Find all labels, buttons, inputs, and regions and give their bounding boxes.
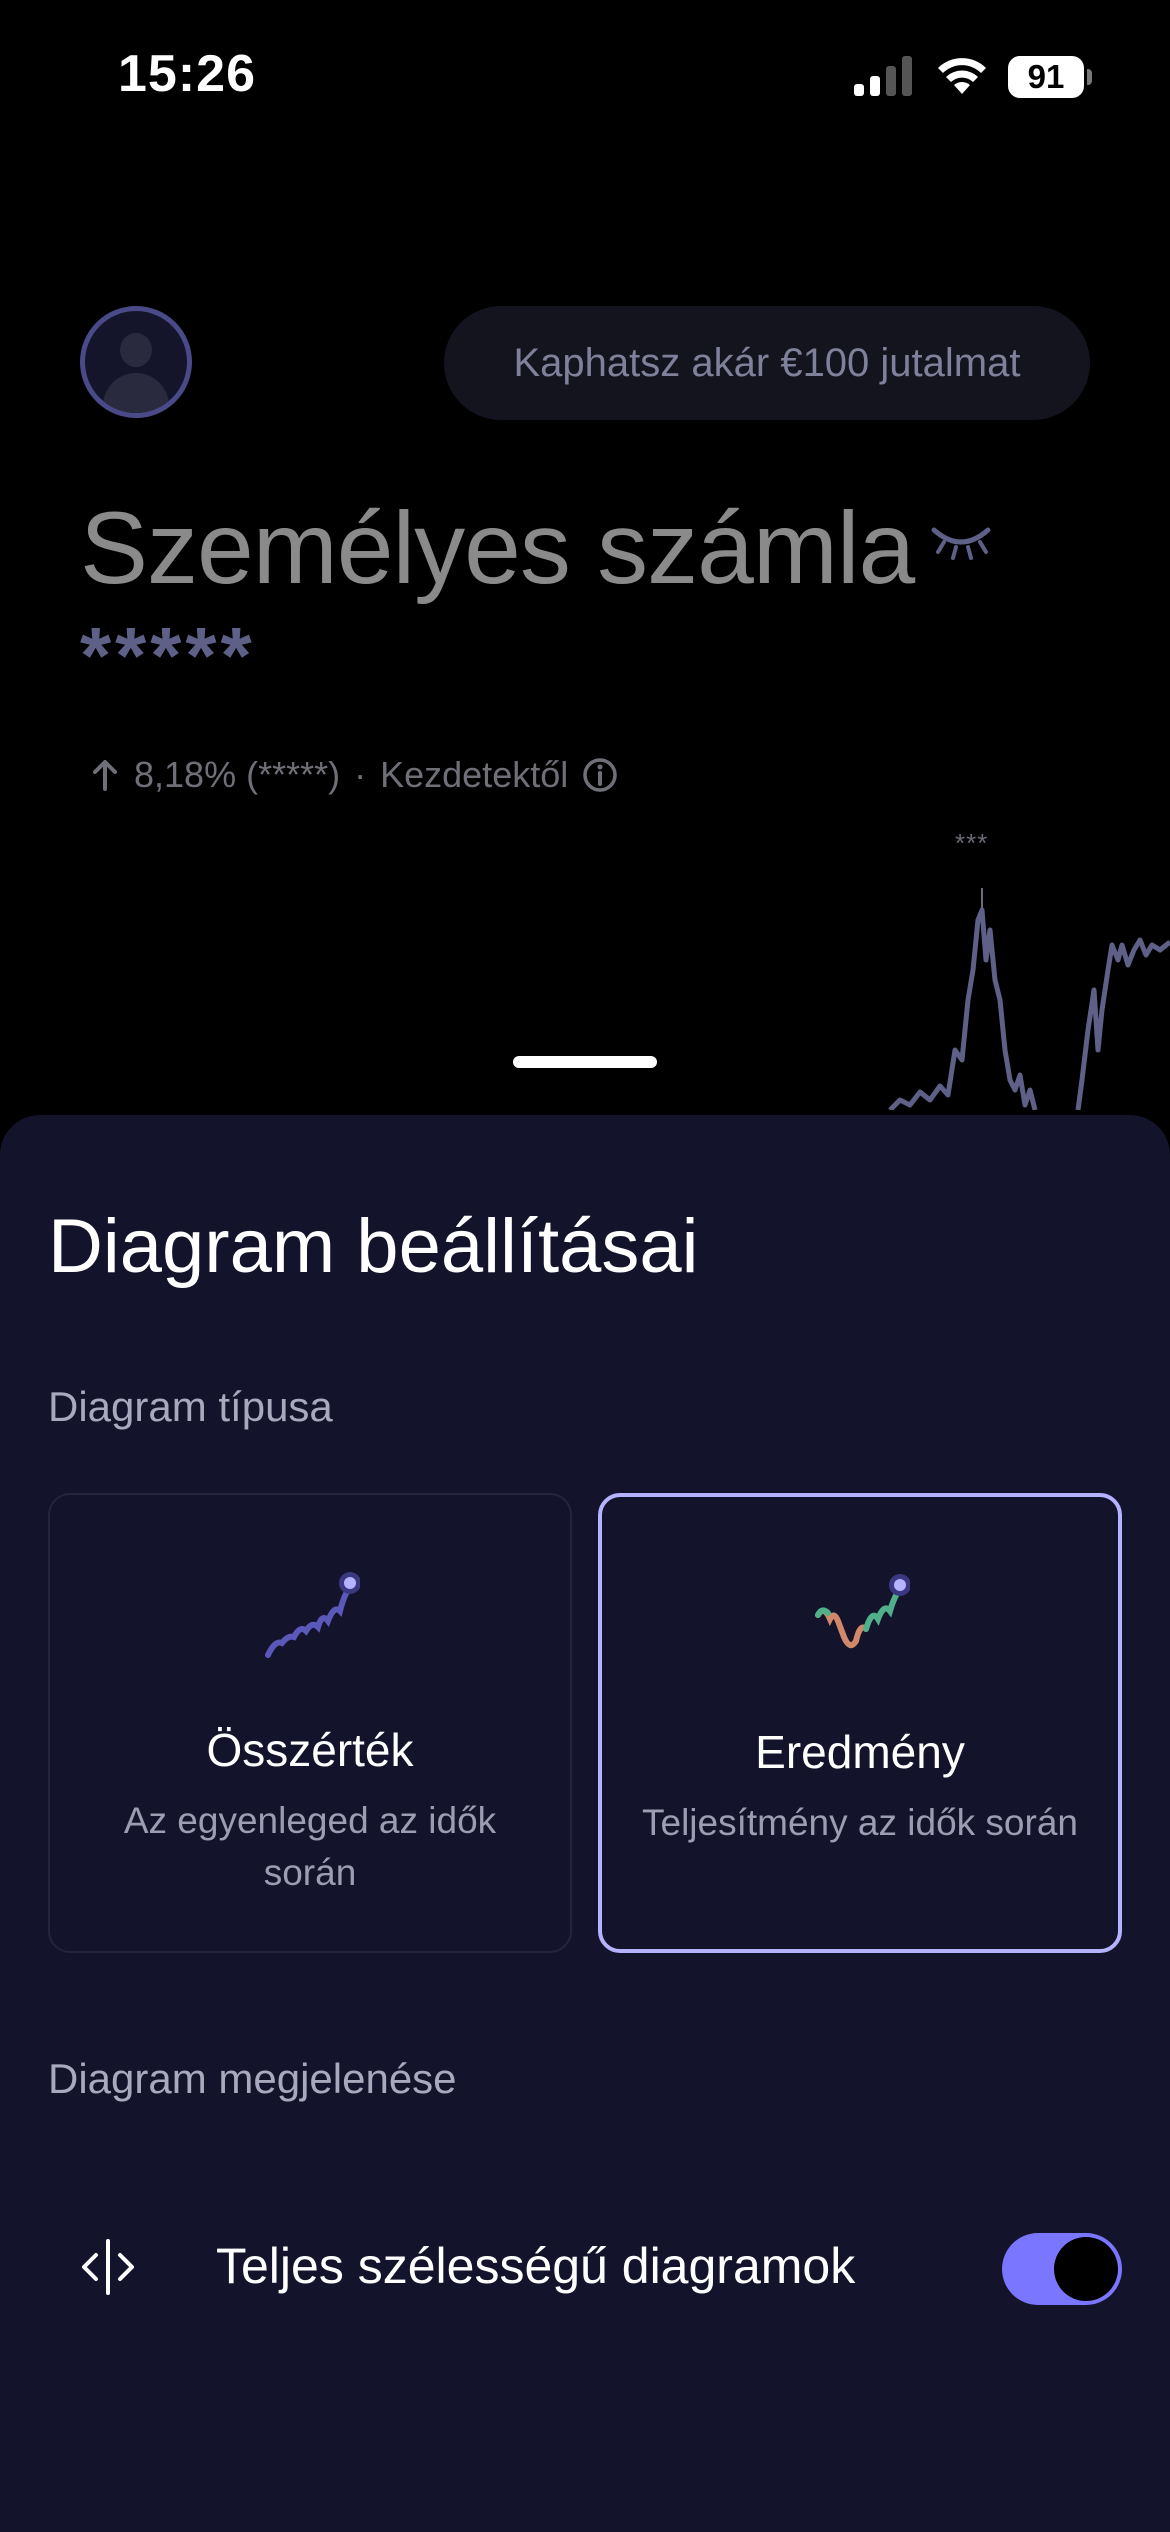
performance-change: 8,18% (*****) bbox=[134, 754, 341, 795]
expand-width-icon bbox=[82, 2239, 134, 2295]
sheet-title: Diagram beállításai bbox=[48, 1204, 699, 1289]
battery-icon: 91 bbox=[1008, 56, 1092, 98]
account-title: Személyes számla bbox=[80, 491, 915, 605]
info-icon[interactable] bbox=[582, 757, 618, 793]
card-description: Teljesítmény az idők során bbox=[642, 1802, 1078, 1843]
chart-type-card-result[interactable]: Eredmény Teljesítmény az idők során bbox=[598, 1493, 1122, 1953]
card-title: Összérték bbox=[206, 1724, 414, 1776]
eye-closed-icon[interactable] bbox=[930, 522, 992, 562]
chart-type-card-total[interactable]: Összérték Az egyenleged az idők során bbox=[48, 1493, 572, 1953]
full-width-charts-toggle[interactable] bbox=[1002, 2233, 1122, 2305]
card-description: Az egyenleged az idők során bbox=[123, 1800, 497, 1893]
performance-separator: · bbox=[354, 754, 367, 795]
toggle-knob bbox=[1054, 2237, 1118, 2301]
arrow-up-icon bbox=[93, 760, 117, 791]
battery-level: 91 bbox=[1027, 58, 1065, 95]
reward-pill[interactable]: Kaphatsz akár €100 jutalmat bbox=[444, 306, 1090, 420]
chart-type-label: Diagram típusa bbox=[48, 1383, 333, 1430]
sheet-drag-handle[interactable] bbox=[513, 1056, 657, 1068]
status-bar: 15:26 91 bbox=[0, 0, 1170, 150]
full-width-charts-row[interactable]: Teljes szélességű diagramok bbox=[0, 2215, 1170, 2315]
card-title: Eredmény bbox=[755, 1726, 965, 1778]
avatar[interactable] bbox=[80, 306, 192, 418]
performance-row: 8,18% (*****) · Kezdetektől bbox=[90, 750, 618, 800]
wifi-icon bbox=[938, 58, 986, 94]
performance-chart-icon bbox=[815, 1574, 910, 1649]
balance-mask: ***** bbox=[80, 611, 256, 700]
background-page: Kaphatsz akár €100 jutalmat Személyes sz… bbox=[0, 150, 1170, 1110]
background-chart bbox=[888, 888, 1170, 1110]
cellular-signal-icon bbox=[854, 56, 912, 96]
line-chart-icon bbox=[265, 1572, 360, 1658]
status-time: 15:26 bbox=[118, 45, 256, 103]
chart-appearance-label: Diagram megjelenése bbox=[48, 2055, 457, 2102]
chart-settings-sheet: Diagram beállításai Diagram típusa Összé… bbox=[0, 1115, 1170, 2532]
performance-period[interactable]: Kezdetektől bbox=[380, 754, 568, 796]
full-width-charts-label: Teljes szélességű diagramok bbox=[216, 2238, 856, 2294]
